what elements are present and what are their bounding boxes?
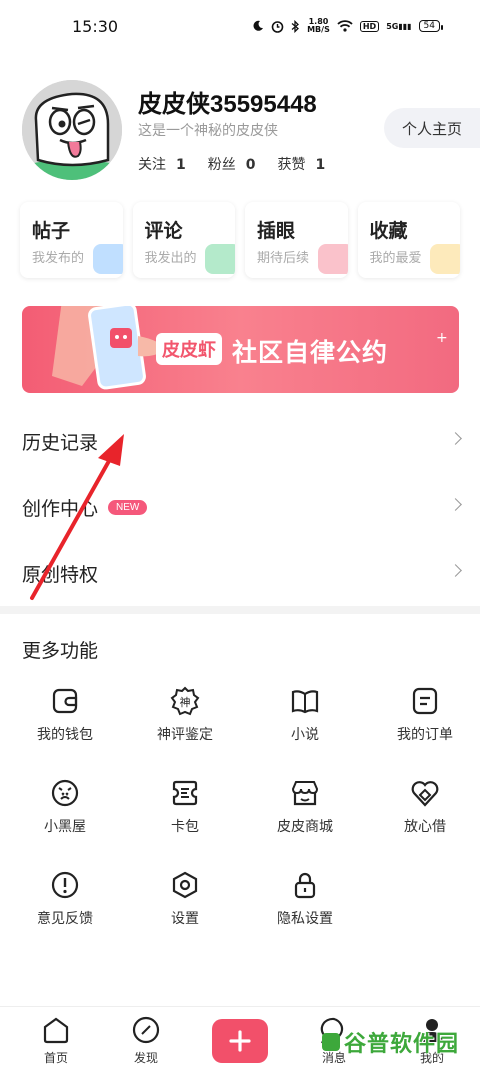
banner-plus: + [436,330,448,346]
grid-item-feedback[interactable]: 意见反馈 [5,870,125,940]
site-watermark: 谷普软件园 [322,1022,472,1062]
grid-label: 神评鉴定 [157,727,213,743]
net-speed: 1.80 MB/S [307,17,330,34]
new-badge: NEW [108,499,148,515]
hd-badge: HD [359,20,380,32]
grid-item-blackroom[interactable]: 小黑屋 [5,778,125,848]
moon-icon [253,20,264,31]
heart-loan-icon [411,781,439,807]
grid-item-privacy[interactable]: 隐私设置 [245,870,365,940]
avatar-face-icon [22,80,122,180]
chevron-right-icon [449,432,462,445]
profile-stats: 关注 1 粉丝 0 获赞 1 [138,154,325,174]
post-deco-icon [92,244,123,274]
plus-icon [229,1030,251,1052]
publish-button[interactable] [212,1019,268,1063]
grid-label: 我的订单 [397,727,453,743]
alarm-icon [271,20,284,33]
grid-item-settings[interactable]: 设置 [125,870,245,940]
card-title: 评论 [144,220,183,242]
card-title: 帖子 [32,220,71,242]
menu-label: 历史记录 [22,431,99,454]
wifi-icon [337,20,353,32]
shop-icon [291,781,319,806]
more-functions-title: 更多功能 [22,640,99,662]
battery-icon: 54 [418,20,444,32]
username: 皮皮侠35595448 [138,91,317,118]
grid-label: 意见反馈 [37,911,93,927]
grid-label: 卡包 [171,819,199,835]
content-cards: 帖子 我发布的 评论 我发出的 插眼 期待后续 收藏 我的最爱 [20,202,460,278]
fans-stat[interactable]: 粉丝 0 [208,154,256,174]
card-posts[interactable]: 帖子 我发布的 [20,202,123,278]
card-title: 插眼 [257,220,296,242]
grid-item-card-pack[interactable]: 卡包 [125,778,245,848]
watermark-logo-icon [322,1033,340,1051]
menu-original-privileges[interactable]: 原创特权 [0,540,480,606]
grid-item-orders[interactable]: 我的订单 [365,686,480,756]
chevron-right-icon [449,564,462,577]
tab-label: 首页 [43,1051,68,1065]
grid-item-wallet[interactable]: 我的钱包 [5,686,125,756]
menu-creator-center[interactable]: 创作中心 NEW [0,474,480,540]
community-rules-banner[interactable]: 皮皮虾 社区自律公约 + [22,306,459,393]
comment-deco-icon [205,244,235,274]
grid-label: 小说 [291,727,319,743]
home-icon [43,1017,69,1044]
grid-item-loan[interactable]: 放心借 [365,778,480,848]
shen-badge-icon: 神 [170,686,200,716]
menu-label: 原创特权 [22,563,99,586]
grid-label: 我的钱包 [37,727,93,743]
wallet-icon [52,688,78,714]
sad-face-icon [51,779,79,807]
status-icons: 1.80 MB/S HD 5G▮▮▮ 54 [252,17,444,34]
tab-home[interactable]: 首页 [16,1015,96,1066]
chevron-right-icon [449,498,462,511]
svg-text:神: 神 [180,695,191,709]
status-time: 15:30 [72,17,119,36]
settings-icon [172,871,198,899]
grid-item-comment-appraisal[interactable]: 神 神评鉴定 [125,686,245,756]
grid-label: 小黑屋 [44,819,86,835]
eye-deco-icon [317,244,348,274]
card-comments[interactable]: 评论 我发出的 [132,202,235,278]
tab-discover[interactable]: 发现 [106,1015,186,1066]
grid-item-shop[interactable]: 皮皮商城 [245,778,365,848]
menu-label: 创作中心 [22,497,99,520]
signal-icon: 5G▮▮▮ [386,21,412,31]
card-pack-icon [172,780,198,806]
book-icon [291,690,319,714]
star-deco-icon [430,244,460,274]
likes-stat[interactable]: 获赞 1 [278,154,326,174]
menu-history[interactable]: 历史记录 [0,408,480,474]
following-stat[interactable]: 关注 1 [138,154,186,174]
lock-icon [294,872,316,899]
status-bar: 15:30 1.80 MB/S HD 5G▮▮▮ 54 [0,0,480,56]
banner-title: 社区自律公约 [232,338,389,367]
bluetooth-icon [291,19,300,33]
avatar[interactable] [22,80,122,180]
personal-home-button[interactable]: 个人主页 [384,108,480,148]
order-icon [412,687,438,715]
feedback-icon [51,871,79,899]
bio: 这是一个神秘的皮皮侠 [138,123,278,139]
watermark-text: 谷普软件园 [344,1032,460,1057]
tab-label: 发现 [133,1051,158,1065]
grid-label: 皮皮商城 [277,819,333,835]
grid-label: 隐私设置 [277,911,333,927]
card-title: 收藏 [369,220,408,242]
grid-label: 设置 [171,911,199,927]
phone-hand-icon [52,306,166,390]
compass-icon [132,1016,160,1044]
banner-badge: 皮皮虾 [156,333,222,365]
card-favorites[interactable]: 收藏 我的最爱 [357,202,460,278]
section-divider [0,606,480,614]
card-bookmarks[interactable]: 插眼 期待后续 [245,202,348,278]
grid-label: 放心借 [404,819,446,835]
grid-item-novels[interactable]: 小说 [245,686,365,756]
